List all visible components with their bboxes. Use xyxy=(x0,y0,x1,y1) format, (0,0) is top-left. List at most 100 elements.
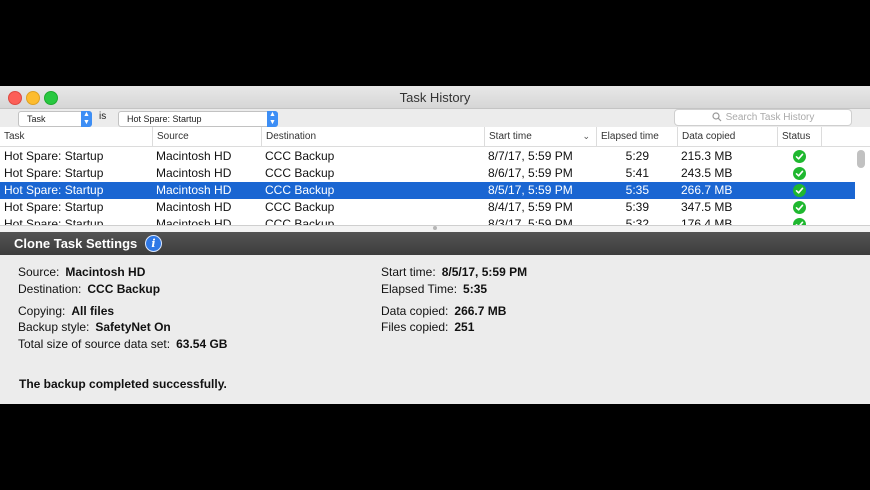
column-destination[interactable]: Destination xyxy=(261,127,484,146)
column-start-time-label: Start time xyxy=(489,131,532,142)
cell-source: Macintosh HD xyxy=(156,200,232,214)
table-row[interactable]: Hot Spare: Startup Macintosh HD CCC Backup… xyxy=(0,216,855,225)
backup-style-value: SafetyNet On xyxy=(95,320,171,334)
data-copied-value: 266.7 MB xyxy=(454,304,507,318)
settings-header: Clone Task Settings i xyxy=(0,232,870,255)
column-data-copied[interactable]: Data copied xyxy=(677,127,777,146)
success-icon xyxy=(793,218,806,225)
elapsed-time-value: 5:35 xyxy=(463,282,488,296)
table-row[interactable]: Hot Spare: Startup Macintosh HD CCC Backup… xyxy=(0,148,855,165)
cell-start-time: 8/7/17, 5:59 PM xyxy=(488,149,573,163)
cell-source: Macintosh HD xyxy=(156,166,232,180)
cell-start-time: 8/4/17, 5:59 PM xyxy=(488,200,573,214)
cell-task: Hot Spare: Startup xyxy=(4,183,104,197)
info-icon[interactable]: i xyxy=(145,235,162,252)
success-icon xyxy=(793,167,806,180)
cell-source: Macintosh HD xyxy=(156,149,232,163)
source-detail: Source: Macintosh HD xyxy=(18,265,145,279)
window-title: Task History xyxy=(399,90,471,105)
result-message: The backup completed successfully. xyxy=(19,377,227,391)
files-copied-detail: Files copied: 251 xyxy=(381,320,474,334)
filter-operator: is xyxy=(99,111,107,122)
cell-destination: CCC Backup xyxy=(265,166,335,180)
history-table: Task Source Destination Start time ⌄ Ela… xyxy=(0,127,870,225)
cell-data-copied: 215.3 MB xyxy=(681,149,733,163)
settings-title: Clone Task Settings xyxy=(14,236,138,251)
column-status[interactable]: Status xyxy=(777,127,821,146)
search-field[interactable]: Search Task History xyxy=(674,109,852,126)
elapsed-time-detail: Elapsed Time: 5:35 xyxy=(381,282,487,296)
cell-elapsed-time: 5:32 xyxy=(625,217,649,225)
search-placeholder: Search Task History xyxy=(725,112,815,123)
destination-detail: Destination: CCC Backup xyxy=(18,282,160,296)
cell-task: Hot Spare: Startup xyxy=(4,166,104,180)
filter-field-select[interactable]: Task ▲ ▼ xyxy=(18,111,92,127)
chevron-updown-icon: ▲ ▼ xyxy=(267,111,278,127)
cell-start-time: 8/3/17, 5:59 PM xyxy=(488,217,573,225)
cell-task: Hot Spare: Startup xyxy=(4,217,104,225)
cell-elapsed-time: 5:29 xyxy=(625,149,649,163)
table-row[interactable]: Hot Spare: Startup Macintosh HD CCC Backup… xyxy=(0,199,855,216)
start-time-value: 8/5/17, 5:59 PM xyxy=(441,265,528,279)
data-copied-detail: Data copied: 266.7 MB xyxy=(381,304,506,318)
total-size-label: Total size of source data set: xyxy=(18,337,171,351)
column-elapsed-time[interactable]: Elapsed time xyxy=(596,127,677,146)
elapsed-time-label: Elapsed Time: xyxy=(381,282,458,296)
cell-elapsed-time: 5:41 xyxy=(625,166,649,180)
sort-descending-icon: ⌄ xyxy=(582,131,590,141)
copying-value: All files xyxy=(71,304,115,318)
success-icon xyxy=(793,150,806,163)
cell-source: Macintosh HD xyxy=(156,183,232,197)
column-source[interactable]: Source xyxy=(152,127,261,146)
divider-handle[interactable] xyxy=(433,226,437,230)
cell-task: Hot Spare: Startup xyxy=(4,200,104,214)
success-icon xyxy=(793,201,806,214)
cell-start-time: 8/6/17, 5:59 PM xyxy=(488,166,573,180)
copying-label: Copying: xyxy=(18,304,66,318)
column-task[interactable]: Task xyxy=(0,127,152,146)
chevron-updown-icon: ▲ ▼ xyxy=(81,111,92,127)
cell-source: Macintosh HD xyxy=(156,217,232,225)
column-start-time[interactable]: Start time ⌄ xyxy=(484,127,596,146)
cell-elapsed-time: 5:39 xyxy=(625,200,649,214)
cell-data-copied: 266.7 MB xyxy=(681,183,733,197)
files-copied-label: Files copied: xyxy=(381,320,449,334)
files-copied-value: 251 xyxy=(454,320,475,334)
table-row[interactable]: Hot Spare: Startup Macintosh HD CCC Backup… xyxy=(0,182,855,199)
task-history-window: Task History Task ▲ ▼ is Hot Spare: Start… xyxy=(0,86,870,404)
table-header: Task Source Destination Start time ⌄ Ela… xyxy=(0,127,870,147)
cell-destination: CCC Backup xyxy=(265,149,335,163)
settings-details: Source: Macintosh HD Destination: CCC Back… xyxy=(0,255,870,404)
copying-detail: Copying: All files xyxy=(18,304,114,318)
filter-value: Hot Spare: Startup xyxy=(127,114,202,124)
success-icon xyxy=(793,184,806,197)
start-time-detail: Start time: 8/5/17, 5:59 PM xyxy=(381,265,527,279)
cell-destination: CCC Backup xyxy=(265,217,335,225)
source-value: Macintosh HD xyxy=(65,265,146,279)
table-scrollbar-thumb[interactable] xyxy=(857,150,865,168)
cell-destination: CCC Backup xyxy=(265,200,335,214)
data-copied-label: Data copied: xyxy=(381,304,449,318)
destination-value: CCC Backup xyxy=(87,282,161,296)
cell-start-time: 8/5/17, 5:59 PM xyxy=(488,183,573,197)
source-label: Source: xyxy=(18,265,60,279)
backup-style-detail: Backup style: SafetyNet On xyxy=(18,320,171,334)
backup-style-label: Backup style: xyxy=(18,320,90,334)
table-row[interactable]: Hot Spare: Startup Macintosh HD CCC Backup… xyxy=(0,165,855,182)
cell-data-copied: 347.5 MB xyxy=(681,200,733,214)
search-icon xyxy=(712,112,722,122)
cell-data-copied: 176.4 MB xyxy=(681,217,733,225)
filter-value-select[interactable]: Hot Spare: Startup ▲ ▼ xyxy=(118,111,278,127)
filter-field-value: Task xyxy=(27,114,46,124)
cell-elapsed-time: 5:35 xyxy=(625,183,649,197)
destination-label: Destination: xyxy=(18,282,82,296)
column-spacer xyxy=(821,127,870,146)
cell-task: Hot Spare: Startup xyxy=(4,149,104,163)
total-size-detail: Total size of source data set: 63.54 GB xyxy=(18,337,227,351)
cell-destination: CCC Backup xyxy=(265,183,335,197)
cell-data-copied: 243.5 MB xyxy=(681,166,733,180)
start-time-label: Start time: xyxy=(381,265,436,279)
total-size-value: 63.54 GB xyxy=(176,337,228,351)
title-bar[interactable]: Task History xyxy=(0,86,870,109)
split-view-divider[interactable] xyxy=(0,225,870,232)
